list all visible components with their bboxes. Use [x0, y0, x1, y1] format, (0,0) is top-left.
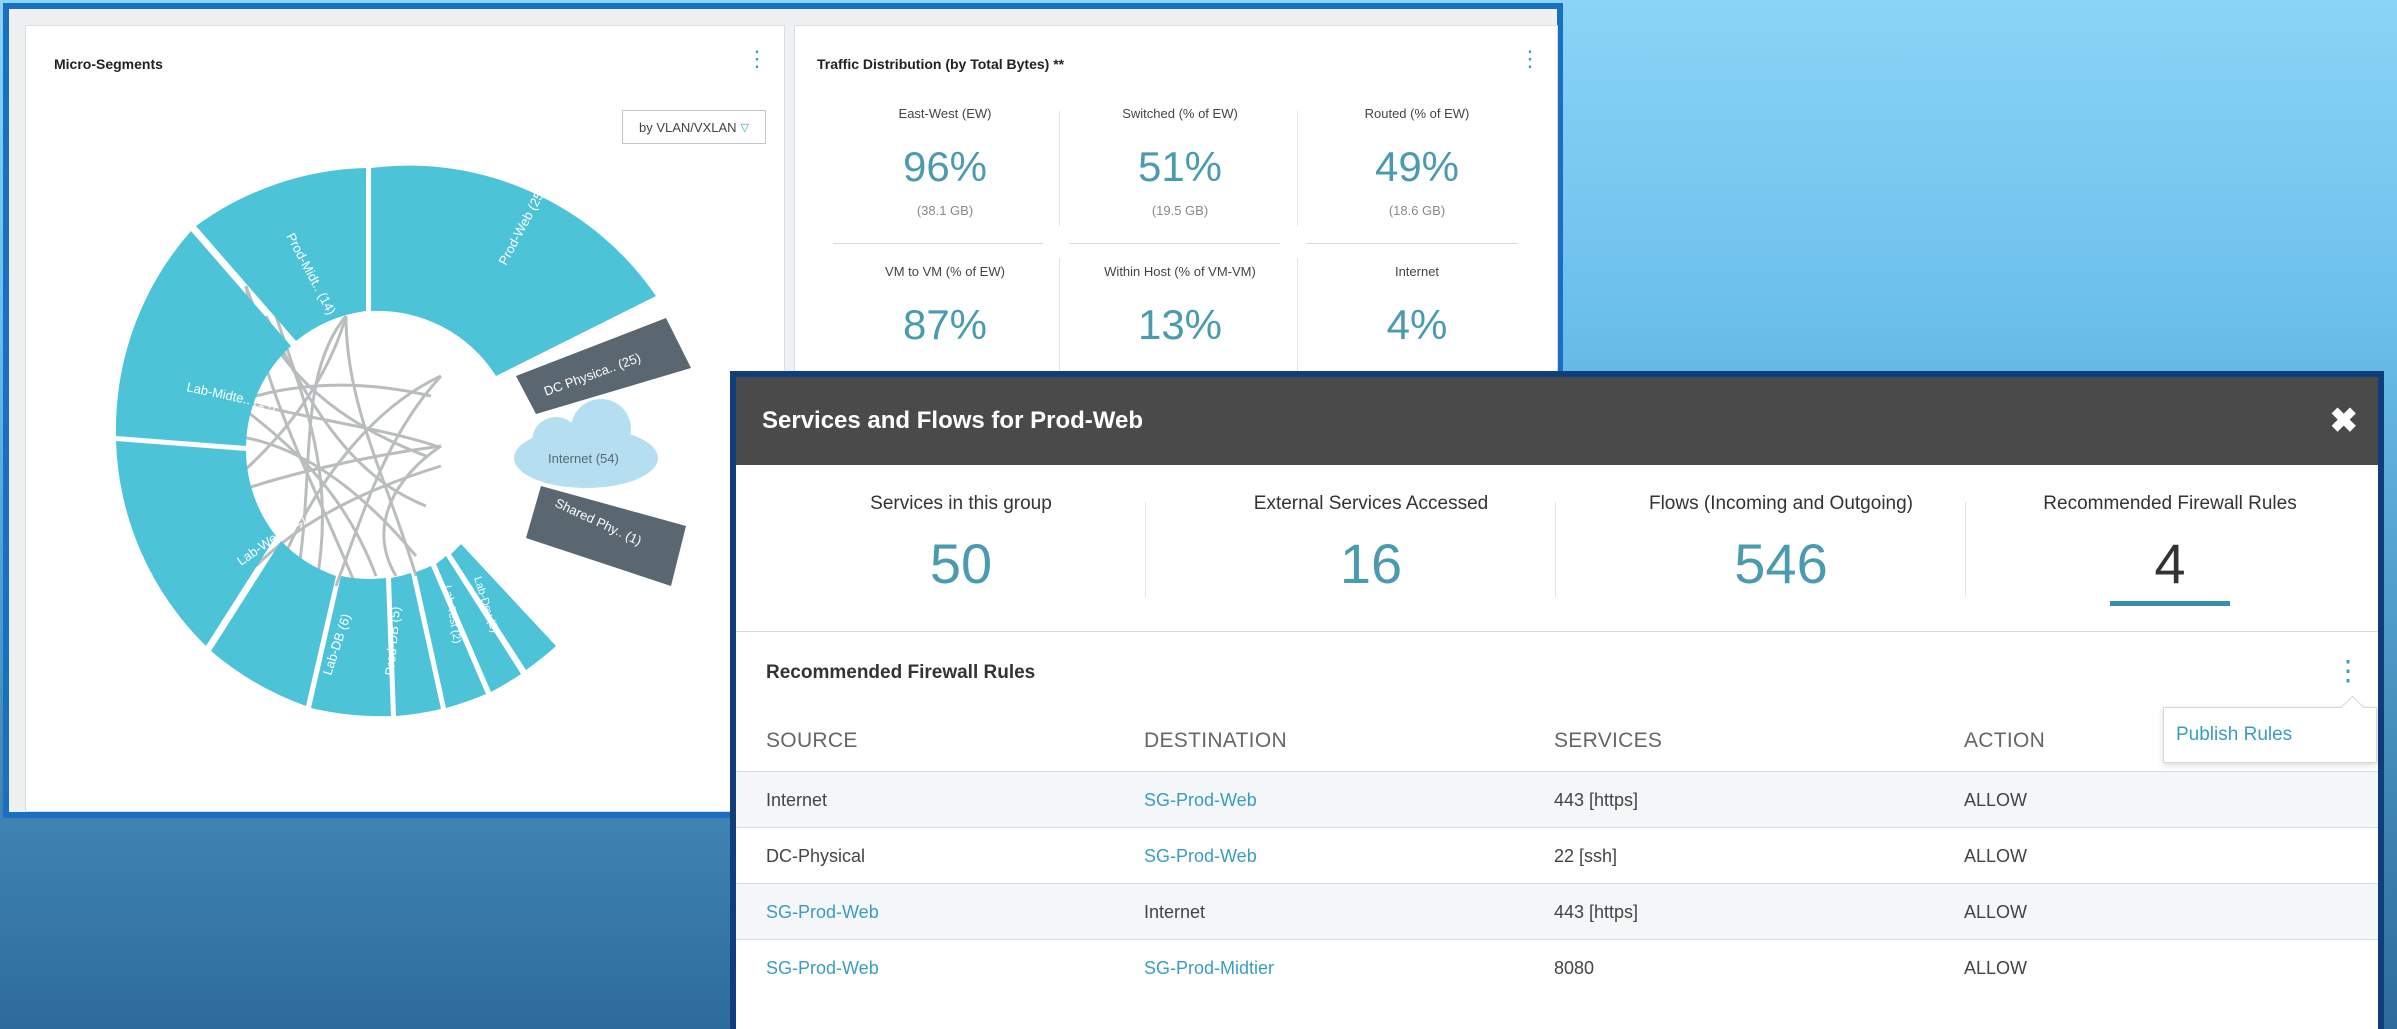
divider	[1555, 502, 1556, 597]
metric-sub: (38.1 GB)	[916, 203, 974, 218]
stat-flows[interactable]: Flows (Incoming and Outgoing) 546	[1576, 465, 1986, 635]
column-header-destination[interactable]: DESTINATION	[1144, 729, 1287, 753]
label-internet: Internet (54)	[548, 451, 619, 466]
table-row[interactable]: DC-Physical SG-Prod-Web 22 [ssh] ALLOW	[736, 827, 2378, 884]
stat-external-services[interactable]: External Services Accessed 16	[1166, 465, 1576, 635]
metric-switched: Switched (% of EW) 51% (19.5 GB)	[1070, 106, 1290, 218]
metric-routed: Routed (% of EW) 49% (18.6 GB)	[1307, 106, 1527, 218]
micro-segments-wheel: Prod-Web (25) DC Physica.. (25) Internet…	[115, 165, 691, 717]
stat-value: 16	[1339, 532, 1403, 595]
metric-value: 49%	[1374, 143, 1460, 190]
cell-source-link[interactable]: SG-Prod-Web	[766, 902, 879, 923]
active-tab-indicator	[2110, 601, 2230, 606]
metric-sub: (19.5 GB)	[1151, 203, 1209, 218]
metric-label: Within Host (% of VM-VM)	[1104, 264, 1256, 279]
divider	[1059, 111, 1060, 226]
table-row[interactable]: SG-Prod-Web SG-Prod-Midtier 8080 ALLOW	[736, 939, 2378, 996]
column-header-services[interactable]: SERVICES	[1554, 729, 1662, 753]
cell-action: ALLOW	[1964, 790, 2028, 810]
cell-destination: Internet	[1144, 902, 1206, 922]
stat-label: Services in this group	[870, 493, 1052, 514]
cell-services: 443 [https]	[1554, 790, 1639, 810]
micro-segments-menu-icon[interactable]: ⋮	[746, 48, 768, 70]
stat-value: 546	[1734, 532, 1828, 595]
table-row[interactable]: Internet SG-Prod-Web 443 [https] ALLOW	[736, 771, 2378, 828]
cell-source: Internet	[766, 790, 828, 810]
stat-value: 4	[2154, 532, 2186, 595]
metric-value: 4%	[1386, 301, 1448, 348]
stat-recommended-rules[interactable]: Recommended Firewall Rules 4	[1965, 465, 2375, 635]
micro-segments-card: Micro-Segments ⋮ by VLAN/VXLAN ▽ Prod-We…	[25, 25, 785, 812]
cell-services: 8080	[1554, 958, 1595, 978]
cell-action: ALLOW	[1964, 846, 2028, 866]
label-others: Others (1)	[522, 541, 560, 588]
rules-menu-icon[interactable]: ⋮	[2334, 657, 2362, 685]
group-by-select[interactable]: by VLAN/VXLAN ▽	[622, 110, 766, 144]
stat-label: Flows (Incoming and Outgoing)	[1648, 493, 1913, 514]
stat-label: External Services Accessed	[1253, 493, 1489, 514]
traffic-menu-icon[interactable]: ⋮	[1519, 48, 1541, 70]
cell-services: 443 [https]	[1554, 902, 1639, 922]
metric-label: VM to VM (% of EW)	[885, 264, 1005, 279]
cell-services: 22 [ssh]	[1554, 846, 1618, 866]
cell-action: ALLOW	[1964, 902, 2028, 922]
metric-label: Switched (% of EW)	[1122, 106, 1238, 121]
divider	[1297, 258, 1298, 388]
stat-label: Recommended Firewall Rules	[2043, 493, 2297, 514]
metric-value: 87%	[902, 301, 988, 348]
modal-header: Services and Flows for Prod-Web ✖	[736, 377, 2378, 465]
metric-value: 51%	[1137, 143, 1223, 190]
services-flows-modal: Services and Flows for Prod-Web ✖ Servic…	[730, 371, 2384, 1029]
modal-title: Services and Flows for Prod-Web	[762, 407, 1143, 434]
table-row[interactable]: SG-Prod-Web Internet 443 [https] ALLOW	[736, 883, 2378, 940]
metric-label: East-West (EW)	[898, 106, 992, 121]
publish-rules-menu-item[interactable]: Publish Rules	[2163, 707, 2377, 763]
close-icon[interactable]: ✖	[2330, 401, 2359, 441]
cell-destination-link[interactable]: SG-Prod-Midtier	[1144, 958, 1274, 979]
cell-source-link[interactable]: SG-Prod-Web	[766, 958, 879, 979]
divider	[1297, 111, 1298, 226]
metric-label: Internet	[1394, 264, 1440, 279]
metric-sub: (18.6 GB)	[1388, 203, 1446, 218]
column-header-source[interactable]: SOURCE	[766, 729, 858, 753]
column-header-action[interactable]: ACTION	[1964, 729, 2045, 753]
stat-value: 50	[929, 532, 993, 595]
metric-value: 13%	[1137, 301, 1223, 348]
divider	[1059, 258, 1060, 388]
section-title: Recommended Firewall Rules	[766, 662, 1036, 683]
metric-internet: Internet 4%	[1307, 264, 1527, 349]
metric-vm-to-vm: VM to VM (% of EW) 87%	[835, 264, 1055, 349]
metric-value: 96%	[902, 143, 988, 190]
group-by-label: by VLAN/VXLAN	[638, 119, 737, 135]
chevron-down-icon: ▽	[740, 121, 749, 134]
cell-destination-link[interactable]: SG-Prod-Web	[1144, 790, 1257, 811]
stat-services-in-group[interactable]: Services in this group 50	[756, 465, 1166, 635]
traffic-title: Traffic Distribution (by Total Bytes) **	[817, 56, 1065, 72]
divider	[1070, 243, 1280, 244]
cell-source: DC-Physical	[766, 846, 866, 866]
cell-destination-link[interactable]: SG-Prod-Web	[1144, 846, 1257, 867]
metric-within-host: Within Host (% of VM-VM) 13%	[1070, 264, 1290, 349]
metric-label: Routed (% of EW)	[1364, 106, 1470, 121]
divider	[1145, 502, 1146, 597]
metric-east-west: East-West (EW) 96% (38.1 GB)	[835, 106, 1055, 218]
divider	[736, 631, 2378, 632]
micro-segments-title: Micro-Segments	[54, 56, 163, 72]
cell-action: ALLOW	[1964, 958, 2028, 978]
segment-arcs	[115, 165, 691, 717]
divider	[1307, 243, 1517, 244]
divider	[833, 243, 1043, 244]
